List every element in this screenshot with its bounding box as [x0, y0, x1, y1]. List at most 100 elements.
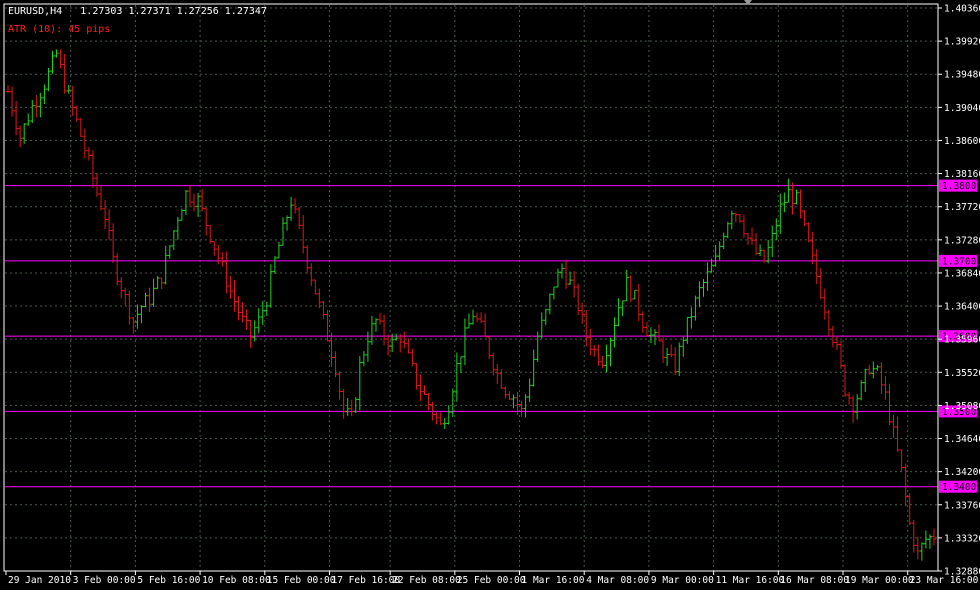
- y-tick-label: 1.36400: [944, 302, 980, 313]
- ohlc-bar: [733, 212, 738, 223]
- ohlc-bar: [26, 113, 31, 126]
- ohlc-bar: [293, 198, 298, 214]
- y-tick-label: 1.38600: [944, 136, 980, 147]
- horizontal-levels[interactable]: 1.380001.370001.360001.350001.34000: [5, 179, 980, 494]
- price-chart[interactable]: 1.380001.370001.360001.350001.34000 1.40…: [0, 0, 980, 590]
- ohlc-bar: [236, 296, 241, 321]
- ohlc-bar: [790, 182, 795, 215]
- ohlc-bar: [519, 400, 524, 417]
- ohlc-bar: [879, 362, 884, 394]
- ohlc-bar: [147, 287, 152, 313]
- ohlc-bar: [289, 196, 294, 222]
- ohlc-bar: [640, 311, 645, 333]
- ohlc-bar: [887, 383, 892, 425]
- ohlc-bar: [212, 240, 217, 256]
- ohlc-bar: [471, 309, 476, 325]
- x-tick-label: 16 Mar 08:00: [780, 575, 849, 586]
- ohlc-bar: [669, 344, 674, 358]
- ohlc-bar: [333, 351, 338, 378]
- y-tick-label: 1.39480: [944, 70, 980, 81]
- ohlc-bar: [200, 189, 205, 212]
- chart-shift-marker-icon[interactable]: [744, 0, 752, 5]
- ohlc-bar: [14, 100, 19, 136]
- ohlc-bar: [187, 185, 192, 207]
- ohlc-bar: [871, 361, 876, 379]
- ohlc-bar: [665, 347, 670, 367]
- ohlc-bar: [923, 530, 928, 549]
- ohlc-bar: [600, 355, 605, 369]
- ohlc-bar: [903, 463, 908, 507]
- ohlc-bar: [276, 241, 281, 259]
- ohlc-bar: [74, 105, 79, 122]
- ohlc-bar: [131, 316, 136, 334]
- ohlc-bar: [576, 283, 581, 315]
- ohlc-bar: [6, 85, 11, 94]
- ohlc-bar: [418, 374, 423, 401]
- x-tick-label: 17 Feb 16:00: [331, 575, 400, 586]
- ohlc-bar: [737, 213, 742, 223]
- chart-window[interactable]: 1.38000 1.37000 1.36000 1.35000 1.34000 1.40…: [0, 0, 980, 590]
- ohlc-bar: [50, 50, 55, 74]
- x-tick-label: 11 Mar 16:00: [716, 575, 785, 586]
- x-tick-label: 29 Jan 2010: [8, 575, 71, 586]
- ohlc-bar: [402, 331, 407, 349]
- level-price-label: 1.34000: [942, 482, 980, 493]
- ohlc-bar: [196, 192, 201, 217]
- ohlc-bar: [479, 312, 484, 323]
- ohlc-bar: [883, 375, 888, 400]
- x-tick-label: 4 Mar 08:00: [586, 575, 649, 586]
- atr-indicator-label: ATR (10): 45 pips: [8, 24, 111, 35]
- ohlc-bar: [361, 350, 366, 367]
- ohlc-bar: [628, 275, 633, 303]
- plot-frame: [3, 3, 939, 572]
- ohlc-bar: [855, 394, 860, 420]
- ohlc-bar: [652, 329, 657, 346]
- ohlc-bar: [555, 268, 560, 288]
- ohlc-bar: [204, 207, 209, 236]
- ohlc-bar: [107, 209, 112, 241]
- symbol-header: EURUSD,H4 1.27303 1.27371 1.27256 1.2734…: [8, 6, 267, 17]
- x-tick-label: 23 Mar 16:00: [910, 575, 979, 586]
- ohlc-bar: [915, 536, 920, 560]
- ohlc-bar: [822, 288, 827, 320]
- ohlc-bar: [82, 128, 87, 159]
- ohlc-bar: [208, 224, 213, 244]
- ohlc-bar: [135, 304, 140, 329]
- ohlc-bar: [931, 528, 936, 546]
- ohlc-bar: [337, 371, 342, 400]
- ohlc-bar: [297, 206, 302, 230]
- y-tick-label: 1.35080: [944, 401, 980, 412]
- ohlc-bar: [754, 233, 759, 256]
- ohlc-bar: [648, 327, 653, 344]
- symbol-name: EURUSD,H4: [8, 6, 63, 17]
- y-tick-label: 1.34200: [944, 467, 980, 478]
- x-tick-label: 10 Feb 08:00: [202, 575, 271, 586]
- ohlc-bar: [103, 200, 108, 230]
- ohlc-bar: [42, 84, 47, 105]
- ohlc-bar: [224, 251, 229, 294]
- ohlc-bar: [661, 337, 666, 364]
- ohlc-bar: [721, 232, 726, 250]
- y-tick-label: 1.37720: [944, 202, 980, 213]
- ohlc-bar: [159, 277, 164, 289]
- ohlc-bar: [10, 86, 15, 117]
- ohlc-bar: [422, 385, 427, 396]
- ohlc-bar: [386, 334, 391, 356]
- ohlc-bar: [798, 189, 803, 219]
- ohlc-bar: [123, 287, 128, 306]
- ohlc-bar: [127, 290, 132, 325]
- ohlc-bar: [260, 300, 265, 326]
- ohlc-bar: [891, 414, 896, 438]
- y-tick-label: 1.39920: [944, 37, 980, 48]
- ohlc-bar: [875, 364, 880, 371]
- ohlc-bar: [353, 397, 358, 414]
- ohlc-bar: [592, 345, 597, 357]
- x-tick-label: 9 Mar 00:00: [651, 575, 714, 586]
- ohlc-bar: [483, 313, 488, 338]
- ohlc-bar: [244, 309, 249, 330]
- x-tick-label: 22 Feb 08:00: [392, 575, 461, 586]
- ohlc-bar: [547, 293, 552, 315]
- ohlc-bar: [620, 300, 625, 317]
- grid-lines: [5, 5, 937, 572]
- ohlc-bar: [175, 216, 180, 240]
